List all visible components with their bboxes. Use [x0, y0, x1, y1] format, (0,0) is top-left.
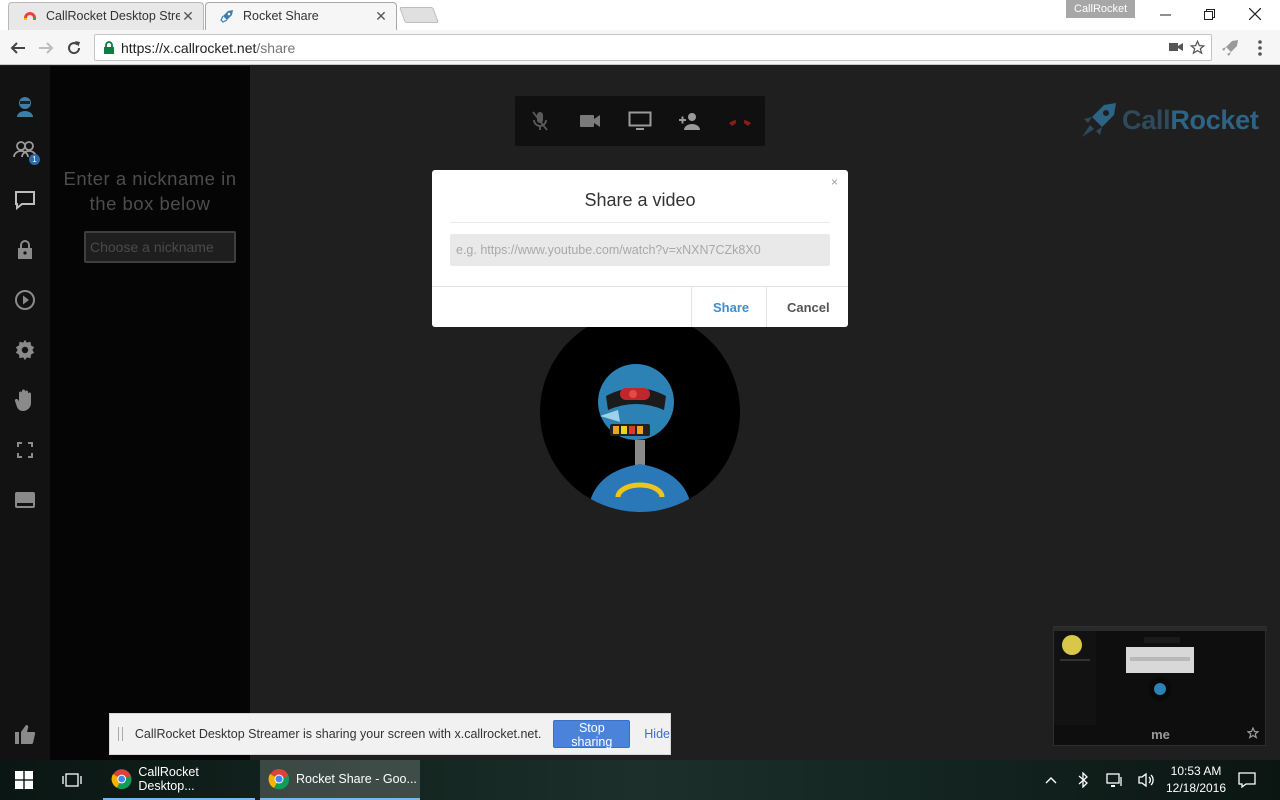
video-stage: Call Rocket × Share a video e.g. https:/…: [250, 66, 1280, 760]
chrome-icon: [111, 769, 132, 790]
add-user-icon[interactable]: [677, 109, 703, 133]
back-arrow-icon[interactable]: [7, 37, 29, 59]
raise-hand-icon[interactable]: [13, 388, 37, 412]
rocket-logo-icon: [1082, 103, 1116, 137]
tab-close-icon[interactable]: ✕: [180, 8, 196, 25]
profile-badge[interactable]: CallRocket: [1066, 0, 1136, 18]
network-icon[interactable]: [1104, 760, 1126, 800]
browser-tab-strip: CallRocket Desktop Strea ✕ Rocket Share …: [0, 0, 1280, 30]
rocket-extension-icon[interactable]: [1221, 39, 1239, 57]
hang-up-icon[interactable]: [727, 109, 753, 133]
sharing-message: CallRocket Desktop Streamer is sharing y…: [134, 727, 542, 741]
restore-icon[interactable]: [1186, 0, 1232, 28]
chat-icon[interactable]: [13, 188, 37, 212]
video-url-input[interactable]: [450, 234, 830, 266]
close-window-icon[interactable]: [1232, 0, 1278, 28]
share-video-dialog: × Share a video Share Cancel: [432, 170, 848, 327]
address-bar[interactable]: https://x.callrocket.net/share: [94, 34, 1212, 61]
cancel-button[interactable]: Cancel: [787, 300, 830, 315]
share-button[interactable]: Share: [713, 300, 749, 315]
call-controls: [515, 96, 765, 146]
dialog-footer-divider: [432, 286, 848, 287]
chrome-icon: [268, 769, 290, 790]
pin-star-icon[interactable]: [1247, 727, 1259, 739]
reload-icon[interactable]: [63, 37, 85, 59]
taskbar-app-label: CallRocket Desktop...: [138, 765, 199, 793]
icon-rail: 1: [0, 66, 50, 760]
callrocket-page: 1 Enter a nickname in the box below Choo…: [0, 66, 1280, 760]
camera-permission-icon[interactable]: [1169, 41, 1183, 53]
button-separator: [766, 286, 767, 327]
screen-thumbnail-icon: [1054, 631, 1194, 725]
logo-text-rocket: Rocket: [1170, 104, 1259, 135]
screen-share-icon[interactable]: [627, 109, 653, 133]
volume-icon[interactable]: [1136, 760, 1158, 800]
lock-icon[interactable]: [13, 238, 37, 262]
tab-rocket-share[interactable]: Rocket Share ✕: [205, 2, 397, 30]
minimize-icon[interactable]: [1142, 0, 1188, 28]
browser-toolbar: https://x.callrocket.net/share: [0, 30, 1280, 65]
task-view-icon[interactable]: [60, 760, 84, 800]
button-separator: [691, 286, 692, 327]
tab-callrocket-desktop-streamer[interactable]: CallRocket Desktop Strea ✕: [8, 2, 204, 30]
participant-count-badge: 1: [29, 154, 40, 165]
taskbar-app-rocket-share[interactable]: Rocket Share - Goo...: [260, 760, 420, 800]
callrocket-logo: Call Rocket: [1080, 100, 1259, 140]
dialog-title: Share a video: [584, 190, 696, 210]
windows-start-icon[interactable]: [12, 760, 36, 800]
toggle-panel-icon[interactable]: [13, 488, 37, 512]
tab-close-icon[interactable]: ✕: [373, 8, 389, 25]
tab-title: Rocket Share: [243, 9, 319, 23]
forward-arrow-icon[interactable]: [35, 37, 57, 59]
participants-icon[interactable]: 1: [13, 139, 40, 165]
chat-nickname-prompt: Enter a nickname in the box below: [63, 168, 237, 214]
url-text: https://x.callrocket.net/share: [121, 40, 296, 56]
tab-title: CallRocket Desktop Strea: [46, 9, 180, 23]
show-hidden-icons-chevron-icon[interactable]: [1042, 760, 1060, 800]
hide-sharing-bar-link[interactable]: Hide: [644, 727, 670, 741]
stop-sharing-button[interactable]: Stop sharing: [553, 720, 631, 749]
robot-avatar-icon[interactable]: [13, 94, 37, 118]
new-tab-button[interactable]: [399, 7, 439, 23]
dialog-close-icon[interactable]: ×: [831, 175, 838, 189]
clock-date: 12/18/2016: [1165, 781, 1227, 795]
nickname-input[interactable]: [84, 231, 236, 263]
drag-handle-icon[interactable]: [118, 727, 123, 741]
rocket-favicon-icon: [220, 10, 233, 23]
robot-avatar: [540, 312, 740, 512]
taskbar-app-label: Rocket Share - Goo...: [296, 772, 417, 786]
windows-taskbar: CallRocket Desktop... Rocket Share - Goo…: [0, 760, 1280, 800]
play-video-icon[interactable]: [13, 288, 37, 312]
chrome-menu-icon[interactable]: [1257, 39, 1263, 57]
action-center-icon[interactable]: [1236, 760, 1258, 800]
camera-icon[interactable]: [577, 109, 603, 133]
chat-panel: Enter a nickname in the box below: [50, 66, 250, 760]
callrocket-favicon-icon: [24, 12, 36, 20]
mute-microphone-icon[interactable]: [527, 109, 553, 133]
bluetooth-icon[interactable]: [1074, 760, 1092, 800]
settings-gear-icon[interactable]: [13, 338, 37, 362]
bookmark-star-icon[interactable]: [1190, 40, 1205, 55]
screen-sharing-notice: CallRocket Desktop Streamer is sharing y…: [109, 713, 671, 755]
secure-lock-icon: [104, 41, 114, 54]
self-video-preview[interactable]: me: [1053, 626, 1267, 746]
fullscreen-icon[interactable]: [13, 438, 37, 462]
robot-illustration-icon: [588, 364, 692, 512]
logo-text-call: Call: [1122, 104, 1171, 135]
dialog-divider: [450, 222, 830, 223]
self-preview-label: me: [1151, 727, 1170, 742]
taskbar-app-callrocket-desktop[interactable]: CallRocket Desktop...: [103, 760, 255, 800]
thumbs-up-icon[interactable]: [13, 722, 37, 746]
system-clock[interactable]: 10:53 AM 12/18/2016: [1158, 763, 1234, 797]
clock-time: 10:53 AM: [1170, 764, 1222, 778]
